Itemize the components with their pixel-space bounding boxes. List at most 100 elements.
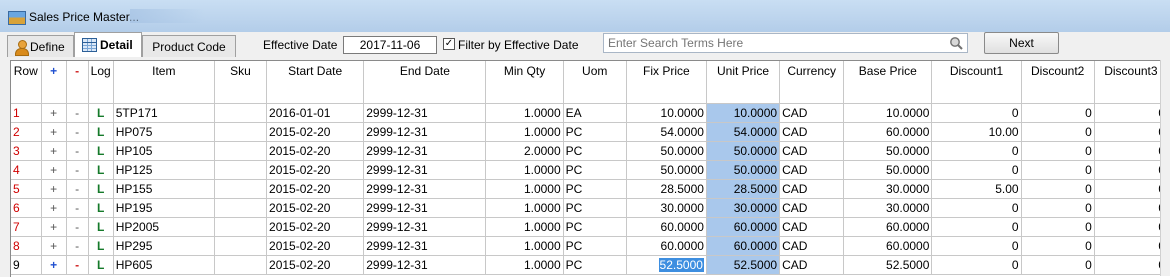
col-header-unit-price[interactable]: Unit Price xyxy=(706,61,781,104)
unit-price-cell[interactable]: 28.5000 xyxy=(706,179,781,199)
log-link[interactable]: L xyxy=(88,255,114,275)
table-row[interactable]: 7 + - L HP2005 2015-02-20 2999-12-31 1.0000 PC 60… xyxy=(11,217,1169,237)
selected-text[interactable]: 52.5000 xyxy=(658,258,704,272)
unit-price-cell[interactable]: 60.0000 xyxy=(706,217,781,237)
fix-price-cell[interactable]: 10.0000 xyxy=(626,103,707,123)
search-input[interactable] xyxy=(603,33,968,53)
remove-row-button[interactable]: - xyxy=(66,122,89,142)
discount3-cell[interactable]: 0 xyxy=(1094,198,1169,218)
end-date-cell[interactable]: 2999-12-31 xyxy=(363,198,487,218)
table-row[interactable]: 2 + - L HP075 2015-02-20 2999-12-31 1.0000 PC 54.… xyxy=(11,122,1169,142)
discount2-cell[interactable]: 0 xyxy=(1021,122,1095,142)
uom-cell[interactable]: PC xyxy=(563,217,627,237)
min-qty-cell[interactable]: 1.0000 xyxy=(485,103,564,123)
currency-cell[interactable]: CAD xyxy=(779,217,845,237)
unit-price-cell[interactable]: 10.0000 xyxy=(706,103,781,123)
sku-cell[interactable] xyxy=(214,103,268,123)
add-row-button[interactable]: + xyxy=(41,255,67,275)
log-link[interactable]: L xyxy=(88,179,114,199)
start-date-cell[interactable]: 2015-02-20 xyxy=(266,179,365,199)
col-header-log[interactable]: Log xyxy=(88,61,114,104)
item-cell[interactable]: HP075 xyxy=(113,122,215,142)
end-date-cell[interactable]: 2999-12-31 xyxy=(363,103,487,123)
sku-cell[interactable] xyxy=(214,141,268,161)
unit-price-cell[interactable]: 30.0000 xyxy=(706,198,781,218)
col-header-item[interactable]: Item xyxy=(113,61,215,104)
base-price-cell[interactable]: 50.0000 xyxy=(843,141,933,161)
table-row[interactable]: 1 + - L 5TP171 2016-01-01 2999-12-31 1.0000 EA 10… xyxy=(11,103,1169,123)
unit-price-cell[interactable]: 50.0000 xyxy=(706,160,781,180)
col-header-row[interactable]: Row xyxy=(11,61,42,104)
log-link[interactable]: L xyxy=(88,122,114,142)
sku-cell[interactable] xyxy=(214,236,268,256)
log-link[interactable]: L xyxy=(88,103,114,123)
discount3-cell[interactable]: 0 xyxy=(1094,160,1169,180)
vertical-scrollbar[interactable] xyxy=(1160,60,1170,276)
currency-cell[interactable]: CAD xyxy=(779,198,845,218)
add-row-button[interactable]: + xyxy=(41,103,67,123)
sku-cell[interactable] xyxy=(214,217,268,237)
min-qty-cell[interactable]: 1.0000 xyxy=(485,160,564,180)
tab-detail[interactable]: Detail xyxy=(74,32,142,57)
sku-cell[interactable] xyxy=(214,255,268,275)
discount3-cell[interactable]: 0 xyxy=(1094,236,1169,256)
add-row-button[interactable]: + xyxy=(41,217,67,237)
log-link[interactable]: L xyxy=(88,141,114,161)
uom-cell[interactable]: PC xyxy=(563,179,627,199)
add-row-button[interactable]: + xyxy=(41,122,67,142)
log-link[interactable]: L xyxy=(88,198,114,218)
currency-cell[interactable]: CAD xyxy=(779,179,845,199)
col-header-base-price[interactable]: Base Price xyxy=(843,61,933,104)
uom-cell[interactable]: PC xyxy=(563,255,627,275)
fix-price-cell[interactable]: 54.0000 xyxy=(626,122,707,142)
table-row[interactable]: 9 + - L HP605 2015-02-20 2999-12-31 1.0000 PC 52.… xyxy=(11,255,1169,275)
tab-product-code[interactable]: Product Code xyxy=(142,35,236,57)
item-cell[interactable]: HP605 xyxy=(113,255,215,275)
start-date-cell[interactable]: 2015-02-20 xyxy=(266,255,365,275)
table-row[interactable]: 8 + - L HP295 2015-02-20 2999-12-31 1.0000 PC 60.… xyxy=(11,236,1169,256)
item-cell[interactable]: HP295 xyxy=(113,236,215,256)
uom-cell[interactable]: PC xyxy=(563,160,627,180)
sku-cell[interactable] xyxy=(214,179,268,199)
log-link[interactable]: L xyxy=(88,217,114,237)
discount1-cell[interactable]: 0 xyxy=(931,217,1022,237)
item-cell[interactable]: HP2005 xyxy=(113,217,215,237)
remove-row-button[interactable]: - xyxy=(66,179,89,199)
discount3-cell[interactable]: 0 xyxy=(1094,122,1169,142)
remove-row-button[interactable]: - xyxy=(66,198,89,218)
fix-price-cell[interactable]: 60.0000 xyxy=(626,236,707,256)
item-cell[interactable]: 5TP171 xyxy=(113,103,215,123)
discount2-cell[interactable]: 0 xyxy=(1021,198,1095,218)
col-header-discount1[interactable]: Discount1 xyxy=(931,61,1022,104)
add-row-button[interactable]: + xyxy=(41,198,67,218)
end-date-cell[interactable]: 2999-12-31 xyxy=(363,236,487,256)
base-price-cell[interactable]: 10.0000 xyxy=(843,103,933,123)
discount1-cell[interactable]: 10.00 xyxy=(931,122,1022,142)
discount2-cell[interactable]: 0 xyxy=(1021,179,1095,199)
fix-price-cell[interactable]: 60.0000 xyxy=(626,217,707,237)
start-date-cell[interactable]: 2015-02-20 xyxy=(266,236,365,256)
item-cell[interactable]: HP155 xyxy=(113,179,215,199)
search-icon[interactable] xyxy=(949,36,963,50)
discount1-cell[interactable]: 0 xyxy=(931,198,1022,218)
col-header-end-date[interactable]: End Date xyxy=(363,61,487,104)
uom-cell[interactable]: PC xyxy=(563,122,627,142)
table-row[interactable]: 5 + - L HP155 2015-02-20 2999-12-31 1.0000 PC 28.… xyxy=(11,179,1169,199)
discount2-cell[interactable]: 0 xyxy=(1021,141,1095,161)
fix-price-cell[interactable]: 28.5000 xyxy=(626,179,707,199)
log-link[interactable]: L xyxy=(88,236,114,256)
currency-cell[interactable]: CAD xyxy=(779,236,845,256)
min-qty-cell[interactable]: 1.0000 xyxy=(485,236,564,256)
remove-row-button[interactable]: - xyxy=(66,103,89,123)
table-row[interactable]: 4 + - L HP125 2015-02-20 2999-12-31 1.0000 PC 50.… xyxy=(11,160,1169,180)
discount1-cell[interactable]: 0 xyxy=(931,255,1022,275)
discount2-cell[interactable]: 0 xyxy=(1021,103,1095,123)
uom-cell[interactable]: PC xyxy=(563,141,627,161)
unit-price-cell[interactable]: 50.0000 xyxy=(706,141,781,161)
col-header-min-qty[interactable]: Min Qty xyxy=(485,61,564,104)
next-button[interactable]: Next xyxy=(984,32,1059,54)
base-price-cell[interactable]: 60.0000 xyxy=(843,217,933,237)
min-qty-cell[interactable]: 1.0000 xyxy=(485,122,564,142)
discount2-cell[interactable]: 0 xyxy=(1021,236,1095,256)
currency-cell[interactable]: CAD xyxy=(779,160,845,180)
